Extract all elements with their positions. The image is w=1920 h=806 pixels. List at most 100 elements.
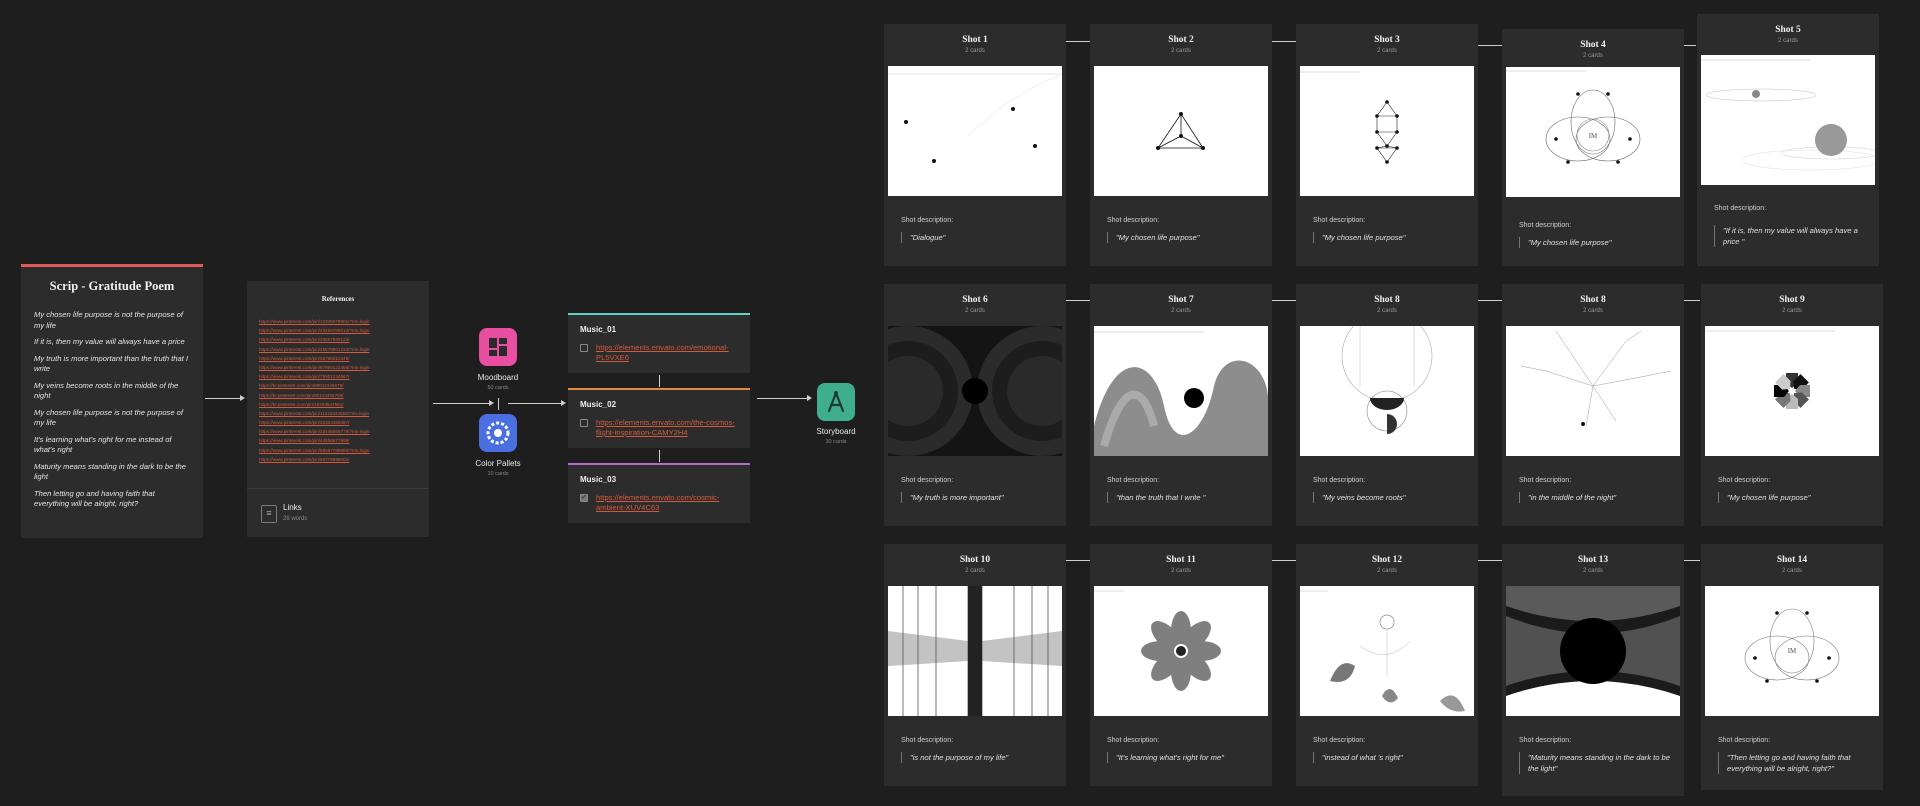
shot-description-label: Shot description:	[1718, 737, 1771, 744]
shot-card[interactable]: Shot 10 2 cards Shot description: "is no…	[884, 544, 1066, 786]
script-line: Maturity means standing in the dark to b…	[34, 461, 186, 482]
moodboard-label: Moodboard	[477, 373, 519, 382]
shot-description-label: Shot description:	[1519, 477, 1572, 484]
music-card[interactable]: Music_02 https://elements.envato.com/the…	[568, 388, 750, 448]
reference-link[interactable]: https://br.pinterest.com/pin/90123456789…	[259, 393, 417, 399]
connector-line	[1478, 560, 1504, 561]
reference-link[interactable]: https://www.pinterest.com/pin/1122334455…	[259, 411, 417, 417]
reference-link[interactable]: https://www.pinterest.com/pin/4567890123…	[259, 347, 417, 353]
shot-description-label: Shot description:	[1519, 737, 1572, 744]
shot-description-label: Shot description:	[1313, 737, 1366, 744]
shot-quote: "Then letting go and having faith that e…	[1718, 752, 1877, 774]
shot-card[interactable]: Shot 12 2 cards Shot description: "inste…	[1296, 544, 1478, 786]
shot-title: Shot 4	[1580, 40, 1606, 50]
script-card[interactable]: Scrip - Gratitude Poem My chosen life pu…	[21, 264, 203, 538]
shot-quote: "Maturity means standing in the dark to …	[1519, 752, 1678, 774]
shot-quote: "It's learning what's right for me"	[1107, 752, 1266, 763]
script-lines: My chosen life purpose is not the purpos…	[21, 294, 203, 510]
reference-link[interactable]: https://www.pinterest.com/pin/5678901234…	[259, 356, 417, 362]
music-link[interactable]: https://elements.envato.com/cosmic-ambie…	[596, 493, 744, 513]
shot-title: Shot 5	[1775, 25, 1801, 35]
shot-card[interactable]: Shot 9 2 cards Shot description: "My cho…	[1701, 284, 1883, 526]
connector-line	[205, 398, 240, 399]
reference-link[interactable]: https://www.pinterest.com/pin/5566778899…	[259, 448, 417, 454]
reference-link[interactable]: https://www.pinterest.com/pin/6789012345…	[259, 365, 417, 371]
music-checkbox[interactable]	[580, 419, 588, 427]
moodboard-app[interactable]	[479, 328, 517, 366]
shot-image	[1094, 326, 1268, 456]
shot-quote: "My truth is more important"	[901, 492, 1060, 503]
shot-card[interactable]: Shot 1 2 cards Shot description: "Dialog…	[884, 24, 1066, 266]
shot-image	[1506, 326, 1680, 456]
connector-line	[1684, 300, 1700, 301]
reference-link[interactable]: https://www.pinterest.com/pin/2345678901…	[259, 328, 417, 334]
reference-link[interactable]: https://www.pinterest.com/pin/7890123456…	[259, 374, 417, 380]
music-title: Music_02	[580, 400, 617, 409]
shot-card[interactable]: Shot 11 2 cards Shot description: "It's …	[1090, 544, 1272, 786]
shot-card-count: 2 cards	[1377, 308, 1397, 314]
connector-line	[1272, 300, 1298, 301]
connector-line	[1684, 45, 1696, 46]
music-link[interactable]: https://elements.envato.com/emotional-PL…	[596, 343, 744, 363]
links-label: Links	[283, 503, 302, 512]
reference-link[interactable]: https://www.pinterest.com/pin/3344556677…	[259, 429, 417, 435]
connector-arrow	[240, 395, 245, 401]
links-footer[interactable]: ≡ Links 28 words	[247, 488, 429, 537]
shot-description-label: Shot description:	[1714, 205, 1767, 212]
connector-line	[498, 398, 499, 410]
script-line: My truth is more important than the trut…	[34, 353, 189, 374]
shot-image	[1300, 326, 1474, 456]
music-card[interactable]: Music_01 https://elements.envato.com/emo…	[568, 313, 750, 373]
shot-image	[1506, 586, 1680, 716]
shot-card[interactable]: Shot 14 2 cards IM Shot description: "Th…	[1701, 544, 1883, 790]
shot-description-label: Shot description:	[1718, 477, 1771, 484]
shot-card[interactable]: Shot 8 2 cards Shot description: "My vei…	[1296, 284, 1478, 526]
shot-card-count: 2 cards	[1171, 568, 1191, 574]
shot-title: Shot 2	[1168, 35, 1194, 45]
shot-card-count: 2 cards	[965, 48, 985, 54]
links-icon: ≡	[261, 505, 277, 523]
color-pallets-app[interactable]	[479, 414, 517, 452]
connector-line	[1272, 560, 1298, 561]
reference-link[interactable]: https://www.pinterest.com/pin/2233445566…	[259, 420, 417, 426]
shot-card[interactable]: Shot 6 2 cards Shot description: "My tru…	[884, 284, 1066, 526]
shot-card[interactable]: Shot 2 2 cards Shot description: "My cho…	[1090, 24, 1272, 266]
shot-card-count: 2 cards	[965, 308, 985, 314]
connector-line	[1066, 560, 1092, 561]
shot-card[interactable]: Shot 8 2 cards Shot description: "in the…	[1502, 284, 1684, 526]
shot-description-label: Shot description:	[901, 737, 954, 744]
storyboard-app[interactable]	[817, 383, 855, 421]
shot-title: Shot 7	[1168, 295, 1194, 305]
shot-card-count: 2 cards	[965, 568, 985, 574]
shot-title: Shot 9	[1779, 295, 1805, 305]
connector-line	[1272, 41, 1298, 42]
connector-arrow	[489, 400, 494, 406]
shot-quote: "is not the purpose of my life"	[901, 752, 1060, 763]
shot-card-count: 2 cards	[1583, 308, 1603, 314]
music-checkbox-checked[interactable]: ✓	[580, 494, 588, 502]
connector-line	[659, 450, 660, 462]
reference-link[interactable]: https://www.pinterest.com/pin/1234567890…	[259, 319, 417, 325]
shot-card-count: 2 cards	[1171, 48, 1191, 54]
shot-quote: "My chosen life purpose"	[1107, 232, 1266, 243]
music-card[interactable]: Music_03 ✓ https://elements.envato.com/c…	[568, 463, 750, 523]
reference-link[interactable]: https://br.pinterest.com/pin/10293847561…	[259, 402, 417, 408]
references-card[interactable]: References https://www.pinterest.com/pin…	[247, 281, 429, 537]
music-link[interactable]: https://elements.envato.com/the-cosmos-f…	[596, 418, 744, 438]
shot-image	[888, 326, 1062, 456]
reference-link[interactable]: https://www.pinterest.com/pin/3456789012…	[259, 337, 417, 343]
reference-link[interactable]: https://br.pinterest.com/pin/89012345678…	[259, 383, 417, 389]
shot-image	[1300, 586, 1474, 716]
shot-card[interactable]: Shot 7 2 cards Shot description: "than t…	[1090, 284, 1272, 526]
reference-link[interactable]: https://www.pinterest.com/pin/6677889900…	[259, 457, 417, 463]
shot-card[interactable]: Shot 4 2 cards IM Shot description: "My …	[1502, 29, 1684, 266]
shot-card[interactable]: Shot 3 2 cards Shot description: "My cho…	[1296, 24, 1478, 266]
connector-arrow	[807, 395, 812, 401]
shot-card[interactable]: Shot 5 2 cards Shot description: "If it …	[1697, 14, 1879, 266]
reference-link[interactable]: https://www.pinterest.com/pin/4455667788…	[259, 438, 417, 444]
shot-card[interactable]: Shot 13 2 cards Shot description: "Matur…	[1502, 544, 1684, 796]
music-checkbox[interactable]	[580, 344, 588, 352]
shot-description-label: Shot description:	[1313, 217, 1366, 224]
connector-line	[659, 375, 660, 387]
shot-card-count: 2 cards	[1782, 568, 1802, 574]
